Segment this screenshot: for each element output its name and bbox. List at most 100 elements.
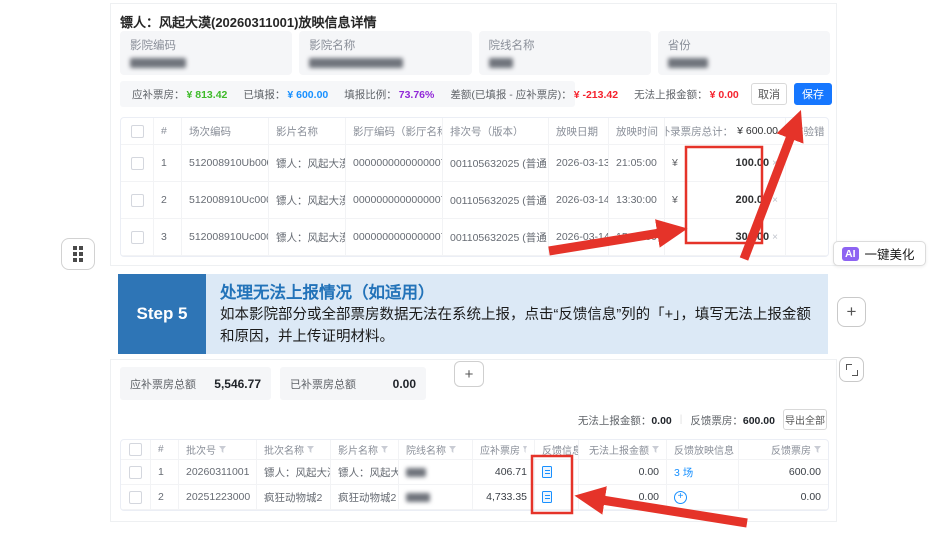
batch-no: 20251223000	[179, 485, 257, 510]
unable-amount: 0.00	[579, 485, 667, 510]
col-show-time: 放映时间	[609, 118, 665, 145]
col-should-fill: 应补票房	[473, 440, 535, 460]
redacted-value	[668, 58, 708, 68]
ai-beautify-button[interactable]: AI 一键美化	[833, 241, 926, 266]
feedback-table-body: 1 20260311001 镖人：风起大漠 镖人：风起大漠 406.71 0.0…	[121, 460, 828, 510]
col-session-code: 场次编码	[182, 118, 269, 145]
feedback-doc-icon[interactable]	[542, 491, 552, 503]
session-code: 512008910Uc00046	[182, 182, 269, 219]
amount-input[interactable]: 100.00	[736, 157, 770, 169]
show-date: 2026-03-14	[549, 182, 609, 219]
row-checkbox[interactable]	[129, 491, 142, 504]
col-feedback-boxoffice: 反馈票房	[739, 440, 828, 460]
redacted-value	[489, 58, 513, 68]
session-table-body: 1 512008910Ub00040 镖人：风起大漠 0000000000000…	[121, 145, 828, 256]
amount-input[interactable]: 200.00	[736, 194, 770, 206]
box-office-stats-bar: 应补票房：¥ 813.42 已填报：¥ 600.00 填报比例：73.76% 差…	[120, 81, 575, 107]
col-total-amount: 补录票房总计：¥ 600.00	[665, 118, 786, 145]
save-button[interactable]: 保存	[794, 83, 832, 105]
show-time: 13:30:00	[609, 182, 665, 219]
session-detail-panel: 镖人：风起大漠(20260311001)放映信息详情 影院编码 影院名称 院线名…	[110, 3, 837, 266]
feedback-table-header: # 批次号 批次名称 影片名称 院线名称 应补票房 反馈信息 无法上报金额 反馈…	[121, 440, 828, 460]
drag-handle-button[interactable]	[61, 238, 95, 270]
table-row: 1 20260311001 镖人：风起大漠 镖人：风起大漠 406.71 0.0…	[121, 460, 828, 485]
filter-icon[interactable]	[219, 446, 226, 453]
hall-code: 0000000000000007 (7)	[346, 219, 443, 256]
row-checkbox[interactable]	[131, 231, 144, 244]
col-film-name: 影片名称	[269, 118, 346, 145]
session-table-header: # 场次编码 影片名称 影厅编码（影厅名称） 排次号（版本） 放映日期 放映时间…	[121, 118, 828, 145]
filter-icon[interactable]	[307, 446, 314, 453]
add-button[interactable]: +	[454, 361, 484, 387]
col-seq-no: 排次号（版本）	[443, 118, 549, 145]
field-province: 省份	[658, 31, 830, 75]
step-body-text: 如本影院部分或全部票房数据无法在系统上报，点击“反馈信息”列的「+」，填写无法上…	[220, 305, 814, 349]
shows-link[interactable]: 3 场	[674, 465, 693, 480]
hall-code: 0000000000000007 (7)	[346, 182, 443, 219]
film-name: 镖人：风起大漠	[331, 460, 399, 485]
feedback-panel: 应补票房总额 5,546.77 已补票房总额 0.00 + 无法上报金额：0.0…	[110, 359, 837, 522]
col-feedback-info: 反馈信息	[535, 440, 579, 460]
cancel-button[interactable]: 取消	[751, 83, 787, 105]
row-checkbox[interactable]	[129, 466, 142, 479]
filter-icon[interactable]	[523, 446, 527, 453]
table-row: 1 512008910Ub00040 镖人：风起大漠 0000000000000…	[121, 145, 828, 182]
col-hall-code: 影厅编码（影厅名称）	[346, 118, 443, 145]
clear-icon[interactable]: ×	[772, 195, 778, 206]
expand-button[interactable]	[839, 357, 864, 382]
seq-no: 001105632025 (普通 2D)	[443, 219, 549, 256]
session-code: 512008910Ub00040	[182, 145, 269, 182]
filter-icon[interactable]	[814, 446, 821, 453]
col-show-date: 放映日期	[549, 118, 609, 145]
summary-label: 已补票房总额	[290, 376, 356, 392]
filter-icon[interactable]	[381, 446, 388, 453]
feedback-amount: 600.00	[739, 460, 828, 485]
insert-block-button[interactable]: +	[837, 297, 866, 327]
col-batch-name: 批次名称	[257, 440, 331, 460]
summary-value: 0.00	[393, 377, 416, 391]
stat-ratio: 填报比例：73.76%	[344, 85, 434, 103]
film-name: 镖人：风起大漠	[269, 219, 346, 256]
step5-instruction-box: Step 5 处理无法上报情况（如适用） 如本影院部分或全部票房数据无法在系统上…	[118, 274, 828, 354]
stat-feedback-total: 反馈票房：600.00	[690, 411, 775, 429]
row-checkbox[interactable]	[131, 157, 144, 170]
filter-icon[interactable]	[449, 446, 456, 453]
unable-amount: 0.00	[579, 460, 667, 485]
redacted-value	[406, 468, 426, 477]
grid-dots-icon	[73, 246, 83, 262]
row-checkbox[interactable]	[131, 194, 144, 207]
col-truncated: 核验错	[786, 118, 828, 145]
filter-icon[interactable]	[652, 446, 659, 453]
hall-code: 0000000000000007 (7)	[346, 145, 443, 182]
select-all-checkbox[interactable]	[129, 443, 142, 456]
feedback-stats-row: 无法上报金额：0.00 | 反馈票房：600.00 导出全部	[578, 409, 827, 430]
field-label: 影院名称	[309, 37, 461, 53]
export-all-button[interactable]: 导出全部	[783, 409, 827, 430]
field-label: 省份	[668, 37, 820, 53]
batch-no: 20260311001	[179, 460, 257, 485]
summary-value: 5,546.77	[214, 377, 261, 391]
batch-name: 疯狂动物城2	[257, 485, 331, 510]
ai-beautify-label: 一键美化	[865, 244, 915, 263]
currency-symbol: ¥	[672, 157, 678, 169]
feedback-doc-icon[interactable]	[542, 466, 552, 478]
session-code: 512008910Uc00050	[182, 219, 269, 256]
currency-symbol: ¥	[672, 194, 678, 206]
seq-no: 001105632025 (普通 2D)	[443, 145, 549, 182]
redacted-value	[130, 58, 186, 68]
clear-icon[interactable]: ×	[772, 158, 778, 169]
redacted-value	[309, 58, 403, 68]
col-batch-no: 批次号	[179, 440, 257, 460]
select-all-checkbox[interactable]	[131, 125, 144, 138]
col-chain-name: 院线名称	[399, 440, 473, 460]
stat-unable-total: 无法上报金额：0.00	[578, 411, 672, 429]
clear-icon[interactable]: ×	[772, 232, 778, 243]
divider: |	[680, 414, 683, 425]
page: 镖人：风起大漠(20260311001)放映信息详情 影院编码 影院名称 院线名…	[0, 0, 950, 542]
cinema-info-fields: 影院编码 影院名称 院线名称 省份	[120, 31, 830, 75]
amount-input[interactable]: 300.00	[736, 231, 770, 243]
add-show-icon[interactable]: +	[674, 491, 687, 504]
table-row: 2 20251223000 疯狂动物城2 疯狂动物城2 4,733.35 0.0…	[121, 485, 828, 510]
total-should-fill-card: 应补票房总额 5,546.77	[120, 367, 271, 400]
redacted-value	[406, 493, 430, 502]
